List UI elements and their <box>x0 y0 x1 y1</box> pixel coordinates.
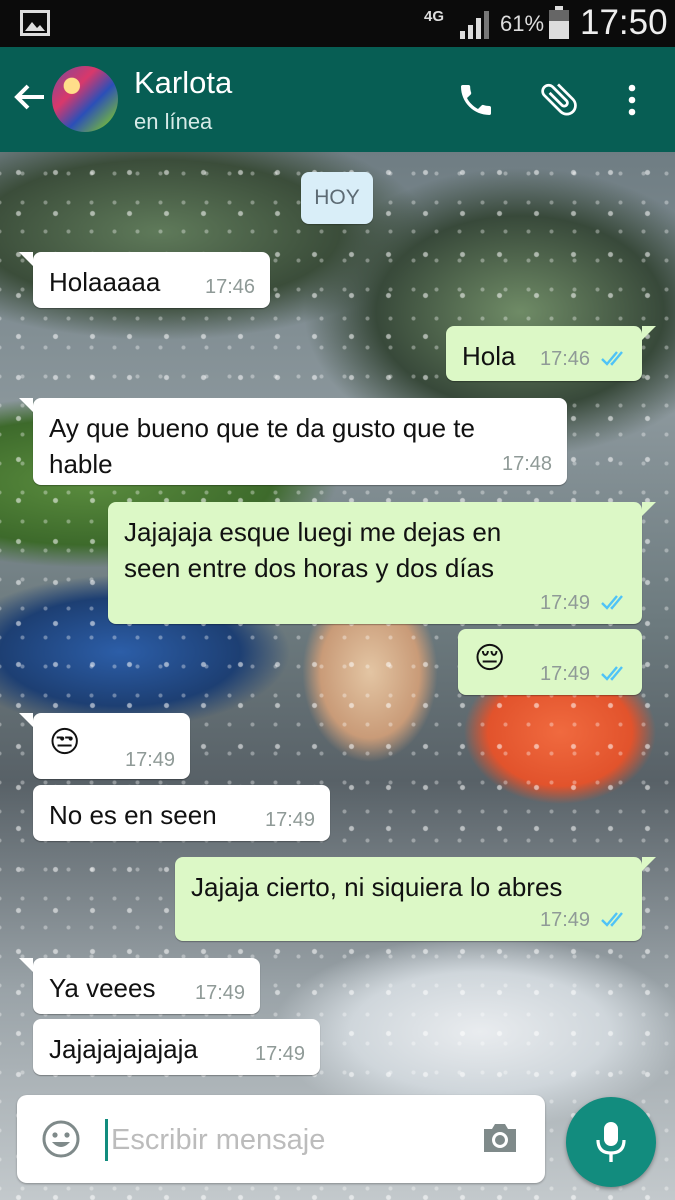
clock: 17:50 <box>580 3 668 42</box>
phone-icon[interactable] <box>456 80 496 120</box>
message-time: 17:49 <box>125 749 176 771</box>
message-time: 17:48 <box>502 453 553 475</box>
message-incoming[interactable]: 😒 17:49 <box>19 713 190 779</box>
microphone-icon <box>596 1122 626 1162</box>
text-caret <box>105 1119 108 1161</box>
message-time: 17:49 <box>540 592 591 614</box>
gallery-icon <box>20 10 50 36</box>
message-text: Jajaja cierto, ni siquiera lo abres <box>191 872 563 902</box>
read-receipt-icon <box>601 666 623 681</box>
status-bar: 4G 61% 17:50 <box>0 0 675 47</box>
message-input[interactable] <box>109 1115 473 1165</box>
message-text: No es en seen <box>49 800 217 830</box>
message-incoming[interactable]: Ya veees 17:49 <box>19 958 260 1014</box>
read-receipt-icon <box>601 595 623 610</box>
more-vert-icon[interactable] <box>620 80 644 120</box>
emoji-icon[interactable] <box>41 1119 81 1159</box>
battery-percentage: 61% <box>500 11 545 36</box>
message-outgoing[interactable]: Jajaja cierto, ni siquiera lo abres 17:4… <box>175 857 656 941</box>
message-emoji: 😔 <box>474 642 506 675</box>
read-receipt-icon <box>601 351 623 366</box>
back-arrow-icon[interactable] <box>10 77 50 117</box>
message-time: 17:46 <box>540 348 591 370</box>
message-outgoing[interactable]: Jajajaja esque luegi me dejas en seen en… <box>108 502 656 624</box>
chat-area[interactable]: HOY Holaaaaa 17:46 Hola 17:46 Ay que bue… <box>0 152 675 1200</box>
message-incoming[interactable]: Jajajajajajaja 17:49 <box>33 1019 320 1075</box>
message-text: Ay que bueno que te da gusto que te habl… <box>49 413 475 479</box>
contact-name[interactable]: Karlota <box>134 65 232 101</box>
message-time: 17:49 <box>255 1043 306 1065</box>
message-incoming[interactable]: No es en seen 17:49 <box>33 785 330 841</box>
message-emoji: 😒 <box>49 726 81 759</box>
paperclip-icon[interactable] <box>537 77 581 121</box>
camera-icon[interactable] <box>480 1120 520 1156</box>
message-time: 17:49 <box>265 809 316 831</box>
chat-header: Karlota en línea <box>0 47 675 152</box>
microphone-button[interactable] <box>566 1097 656 1187</box>
network-type: 4G <box>424 8 445 25</box>
message-outgoing[interactable]: Hola 17:46 <box>446 326 656 381</box>
message-text: Hola <box>462 341 516 371</box>
battery-icon <box>549 6 569 39</box>
message-text: Jajajaja esque luegi me dejas en seen en… <box>124 517 502 583</box>
avatar[interactable] <box>52 66 118 132</box>
message-time: 17:49 <box>195 982 246 1004</box>
read-receipt-icon <box>601 912 623 927</box>
message-text: Jajajajajajaja <box>49 1034 198 1064</box>
message-time: 17:46 <box>205 276 256 298</box>
message-incoming[interactable]: Holaaaaa 17:46 <box>19 252 270 308</box>
contact-status: en línea <box>134 109 213 134</box>
message-incoming[interactable]: Ay que bueno que te da gusto que te habl… <box>19 398 567 485</box>
message-time: 17:49 <box>540 909 591 931</box>
signal-icon <box>460 11 489 39</box>
message-text: Ya veees <box>49 973 156 1003</box>
message-outgoing[interactable]: 😔 17:49 <box>458 629 642 695</box>
message-text: Holaaaaa <box>49 267 161 297</box>
message-composer <box>17 1095 545 1183</box>
date-chip: HOY <box>301 172 373 224</box>
message-time: 17:49 <box>540 663 591 685</box>
